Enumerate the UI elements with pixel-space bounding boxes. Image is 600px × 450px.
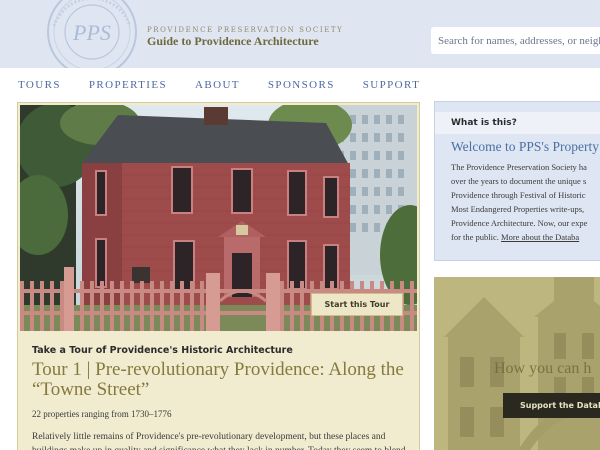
search-box[interactable] <box>431 27 600 54</box>
info-line: Most Endangered Properties write-ups, <box>451 204 585 214</box>
info-line: over the years to document the unique s <box>451 176 587 186</box>
org-name: Providence Preservation Society <box>147 26 344 34</box>
info-line-last: for the public. More about the Databa <box>451 230 600 244</box>
tour-card: Start this Tour Take a Tour of Providenc… <box>17 102 420 450</box>
nav-item-support[interactable]: Support <box>363 79 420 91</box>
what-is-this-card: What is this? Welcome to PPS's Property … <box>434 101 600 261</box>
nav-item-about[interactable]: About <box>195 79 240 91</box>
start-tour-button[interactable]: Start this Tour <box>311 293 403 316</box>
info-last-text: for the public. <box>451 232 499 242</box>
site-title[interactable]: Guide to Providence Architecture <box>147 34 319 49</box>
support-database-button[interactable]: Support the Databa <box>503 393 600 418</box>
tour-title[interactable]: Tour 1 | Pre-revolutionary Providence: A… <box>32 360 412 400</box>
support-heading: How you can h <box>494 360 592 377</box>
more-about-database-link[interactable]: More about the Databa <box>501 232 579 242</box>
info-heading: What is this? <box>435 112 600 134</box>
search-input[interactable] <box>438 34 600 47</box>
society-seal-logo[interactable]: PPS <box>46 0 138 68</box>
tour-photo[interactable]: Start this Tour <box>20 105 417 331</box>
seal-monogram: PPS <box>72 20 111 45</box>
support-card: How you can h Support the Databa <box>434 277 600 450</box>
tour-description: Relatively little remains of Providence'… <box>32 432 406 450</box>
site-header: PPS Providence Preservation Society Guid… <box>0 0 600 68</box>
main-nav: Tours Properties About Sponsors Support <box>0 68 600 101</box>
info-line: The Providence Preservation Society ha <box>451 162 587 172</box>
info-line: Providence through Festival of Historic <box>451 190 586 200</box>
tour-kicker: Take a Tour of Providence's Historic Arc… <box>32 345 293 356</box>
info-title: Welcome to PPS's Property D <box>451 139 600 154</box>
info-line: Providence Architecture. Now, our expe <box>451 218 588 228</box>
nav-item-sponsors[interactable]: Sponsors <box>268 79 335 91</box>
tour-property-count: 22 properties ranging from 1730–1776 <box>32 409 172 419</box>
nav-item-properties[interactable]: Properties <box>89 79 167 91</box>
nav-item-tours[interactable]: Tours <box>18 79 61 91</box>
info-body: The Providence Preservation Society ha o… <box>451 160 600 244</box>
